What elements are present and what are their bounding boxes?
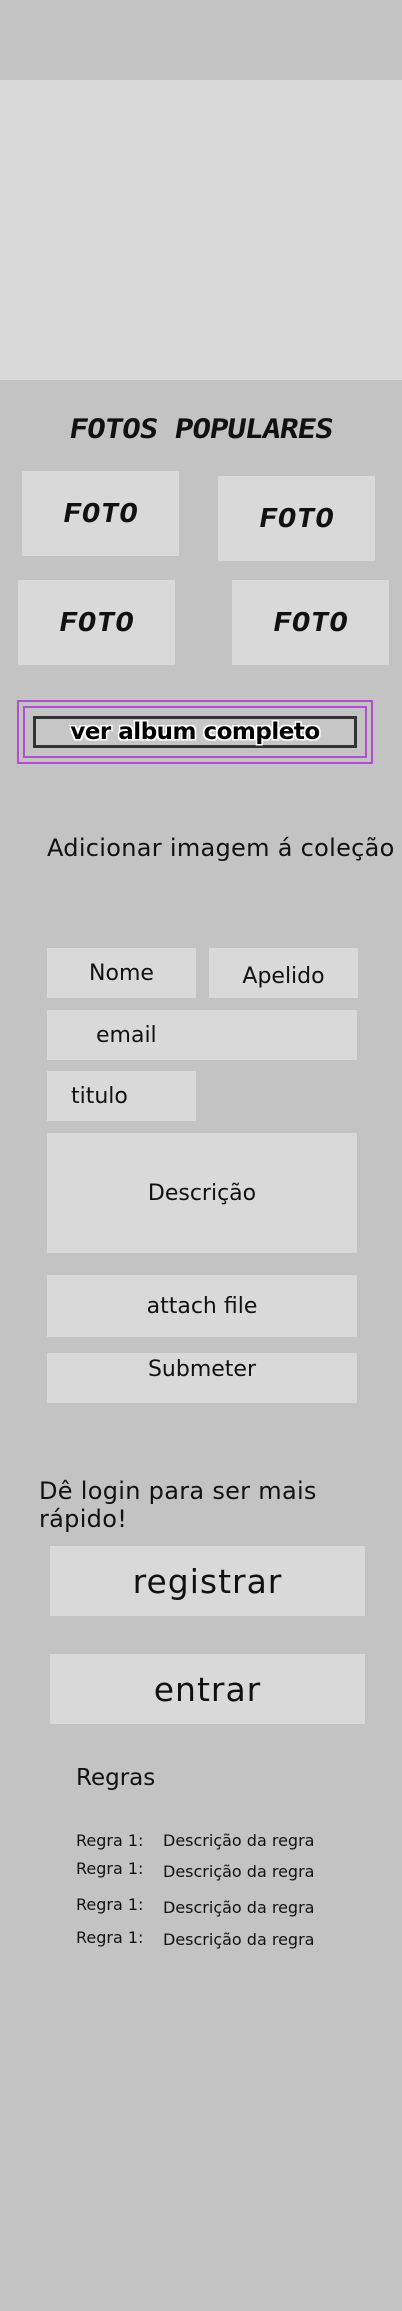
photo-label: FOTO — [270, 607, 351, 638]
register-button[interactable]: registrar — [50, 1546, 365, 1616]
rule-description: Descrição da regra — [163, 1930, 315, 1949]
login-heading: Dê login para ser mais rápido! — [39, 1477, 317, 1533]
rule-item: Regra 1: Descrição da regra — [76, 1895, 376, 1918]
email-placeholder: email — [96, 1022, 157, 1048]
description-field[interactable]: Descrição — [47, 1133, 357, 1253]
rule-label: Regra 1: — [76, 1859, 144, 1878]
email-field[interactable]: email — [47, 1010, 357, 1060]
photo-tile[interactable]: FOTO — [22, 471, 179, 556]
photo-tile[interactable]: FOTO — [232, 580, 389, 665]
add-image-heading: Adicionar imagem á coleção — [47, 834, 395, 862]
popular-photos-title: FOTOS POPULARES — [66, 414, 336, 445]
rule-item: Regra 1: Descrição da regra — [76, 1928, 376, 1950]
view-album-button[interactable]: ver album completo — [33, 716, 357, 748]
title-field[interactable]: titulo — [47, 1071, 196, 1121]
description-placeholder: Descrição — [147, 1180, 257, 1206]
photo-tile[interactable]: FOTO — [18, 580, 175, 665]
rule-item: Regra 1: Descrição da regra — [76, 1859, 376, 1882]
surname-placeholder: Apelido — [242, 963, 325, 989]
hero-image-placeholder — [0, 80, 402, 380]
photo-label: FOTO — [256, 503, 337, 534]
title-placeholder: titulo — [71, 1083, 128, 1109]
rule-item: Regra 1: Descrição da regra — [76, 1831, 376, 1851]
rule-description: Descrição da regra — [163, 1831, 315, 1850]
login-button[interactable]: entrar — [50, 1654, 365, 1724]
submit-button[interactable]: Submeter — [47, 1353, 357, 1403]
view-album-button-border: ver album completo — [23, 706, 367, 758]
photo-label: FOTO — [60, 498, 141, 529]
rule-description: Descrição da regra — [163, 1862, 315, 1881]
rule-description: Descrição da regra — [163, 1898, 315, 1917]
photo-label: FOTO — [56, 607, 137, 638]
rule-label: Regra 1: — [76, 1928, 144, 1947]
photo-tile[interactable]: FOTO — [218, 476, 375, 561]
view-album-button-frame: ver album completo — [17, 700, 373, 764]
attach-file-label: attach file — [146, 1293, 258, 1319]
submit-label: Submeter — [147, 1357, 257, 1382]
surname-field[interactable]: Apelido — [209, 948, 358, 998]
rule-label: Regra 1: — [76, 1831, 144, 1850]
name-placeholder: Nome — [89, 960, 154, 986]
attach-file-button[interactable]: attach file — [47, 1275, 357, 1337]
rule-label: Regra 1: — [76, 1895, 144, 1914]
rules-title: Regras — [76, 1765, 156, 1791]
name-field[interactable]: Nome — [47, 948, 196, 998]
